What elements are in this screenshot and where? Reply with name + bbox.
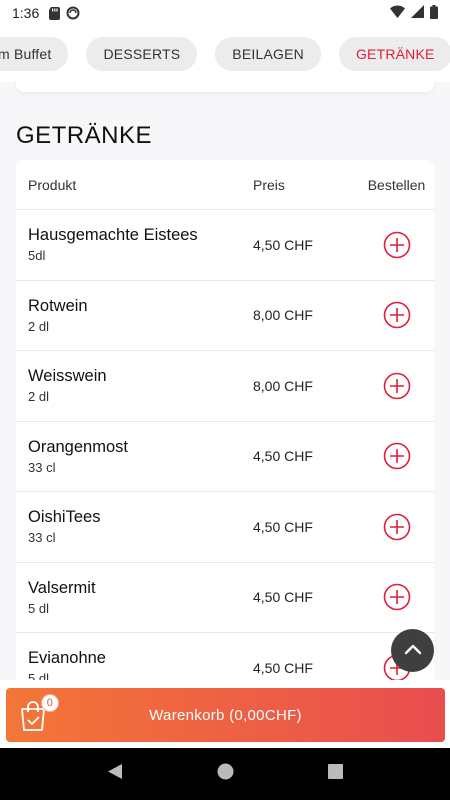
table-row: Weisswein 2 dl 8,00 CHF — [16, 351, 434, 422]
add-to-cart-icon[interactable] — [383, 231, 411, 259]
product-name: OishiTees — [28, 508, 101, 527]
table-header: Produkt Preis Bestellen — [16, 160, 434, 210]
table-row: Valsermit 5 dl 4,50 CHF — [16, 563, 434, 633]
product-price: 4,50 CHF — [253, 659, 313, 676]
product-size: 5 dl — [28, 600, 49, 616]
menu-content[interactable]: GETRÄNKE Produkt Preis Bestellen Hausgem… — [0, 82, 450, 688]
product-price: 4,50 CHF — [253, 448, 313, 465]
category-tabs: m Buffet DESSERTS BEILAGEN GETRÄNKE — [0, 26, 450, 82]
tab-desserts[interactable]: DESSERTS — [86, 37, 198, 71]
sd-card-icon — [49, 6, 61, 20]
product-size: 5dl — [28, 248, 46, 264]
add-to-cart-icon[interactable] — [383, 301, 411, 329]
header-price: Preis — [253, 176, 285, 193]
home-icon[interactable] — [217, 763, 234, 785]
tab-buffet[interactable]: m Buffet — [0, 37, 69, 71]
product-size: 33 cl — [28, 530, 56, 546]
product-size: 2 dl — [28, 389, 49, 405]
data-saver-icon — [66, 6, 80, 20]
scroll-to-top-button[interactable] — [391, 629, 434, 672]
product-name: Orangenmost — [28, 437, 128, 456]
product-price: 4,50 CHF — [253, 236, 313, 253]
product-size: 2 dl — [28, 318, 49, 334]
tab-label: BEILAGEN — [232, 46, 304, 62]
chevron-up-icon — [404, 642, 422, 660]
product-name: Rotwein — [28, 296, 88, 315]
cart-button[interactable]: 0 Warenkorb (0,00CHF) — [6, 688, 445, 742]
recents-icon[interactable] — [328, 764, 343, 784]
cart-count-badge: 0 — [41, 694, 59, 712]
table-row: Rotwein 2 dl 8,00 CHF — [16, 281, 434, 351]
signal-icon — [411, 5, 424, 21]
product-price: 4,50 CHF — [253, 589, 313, 606]
header-product: Produkt — [28, 176, 77, 193]
product-name: Hausgemachte Eistees — [28, 226, 198, 245]
product-price: 4,50 CHF — [253, 518, 313, 535]
header-order: Bestellen — [367, 176, 426, 193]
product-size: 33 cl — [28, 459, 56, 475]
status-bar: 1:36 — [0, 0, 450, 26]
tab-label: m Buffet — [0, 46, 52, 62]
product-name: Evianohne — [28, 649, 106, 668]
add-to-cart-icon[interactable] — [383, 513, 411, 541]
back-icon[interactable] — [107, 763, 123, 785]
product-price: 8,00 CHF — [253, 377, 313, 394]
tab-beilagen[interactable]: BEILAGEN — [215, 37, 321, 71]
status-time: 1:36 — [12, 5, 40, 21]
add-to-cart-icon[interactable] — [383, 372, 411, 400]
product-name: Valsermit — [28, 578, 96, 597]
product-name: Weisswein — [28, 367, 107, 386]
add-to-cart-icon[interactable] — [383, 442, 411, 470]
add-to-cart-icon[interactable] — [383, 583, 411, 611]
battery-icon — [430, 4, 438, 22]
tab-getraenke[interactable]: GETRÄNKE — [338, 37, 450, 71]
previous-section-card — [16, 82, 434, 92]
status-right — [390, 4, 438, 22]
cart-label: Warenkorb (0,00CHF) — [149, 706, 302, 724]
table-row: Orangenmost 33 cl 4,50 CHF — [16, 422, 434, 492]
section-title: GETRÄNKE — [16, 122, 153, 149]
tab-label: DESSERTS — [103, 46, 181, 62]
table-row: OishiTees 33 cl 4,50 CHF — [16, 492, 434, 563]
product-table: Produkt Preis Bestellen Hausgemachte Eis… — [16, 160, 434, 688]
product-price: 8,00 CHF — [253, 307, 313, 324]
tab-label: GETRÄNKE — [355, 46, 435, 62]
wifi-icon — [390, 5, 405, 21]
table-row: Hausgemachte Eistees 5dl 4,50 CHF — [16, 210, 434, 281]
system-nav-bar — [0, 748, 450, 800]
